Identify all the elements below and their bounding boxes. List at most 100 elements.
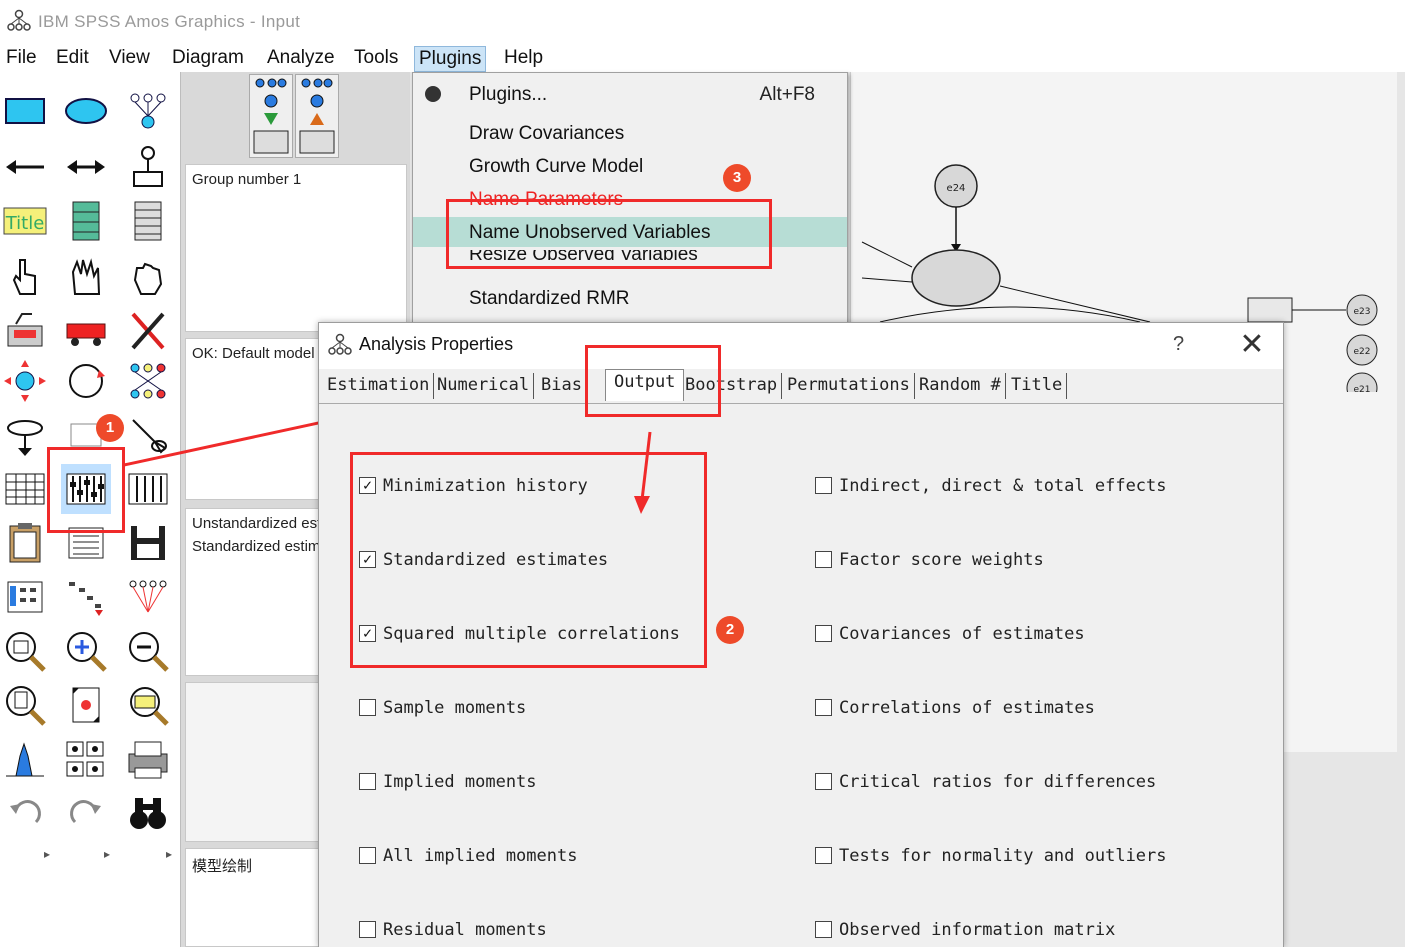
annotation-badge-1: 1 — [96, 414, 124, 442]
draw-unobserved-variable-tool[interactable] — [61, 86, 111, 136]
multiple-group-analysis-icon[interactable] — [61, 734, 111, 784]
tab-bias[interactable]: Bias — [541, 373, 582, 399]
degrees-of-freedom-icon[interactable] — [0, 734, 50, 784]
checkbox-critical-ratios-for-differences[interactable] — [815, 773, 832, 790]
fit-to-page-icon[interactable] — [61, 680, 111, 730]
checkbox-indirect-direct-total-effects[interactable] — [815, 477, 832, 494]
checkbox-residual-moments[interactable] — [359, 921, 376, 938]
reflect-indicators-icon[interactable] — [123, 356, 173, 406]
list-variables-in-model-tool[interactable] — [61, 196, 111, 246]
svg-text:Title: Title — [5, 213, 45, 234]
groups-box: Group number 1 — [185, 164, 407, 332]
undo-icon[interactable] — [0, 788, 50, 838]
amos-app-icon — [7, 9, 31, 31]
tab-numerical[interactable]: Numerical — [437, 373, 535, 399]
view-output-button[interactable] — [295, 74, 339, 158]
window-titlebar: IBM SPSS Amos Graphics - Input — [0, 0, 1405, 44]
group-label[interactable]: Group number 1 — [192, 171, 301, 188]
list-variables-in-dataset-tool[interactable] — [123, 196, 173, 246]
menu-item-draw-covariances[interactable]: Draw Covariances — [413, 118, 847, 148]
select-all-objects-icon[interactable] — [61, 252, 111, 302]
add-unique-variable-tool[interactable] — [123, 142, 173, 192]
object-properties-icon[interactable] — [0, 572, 50, 622]
view-toggle-buttons — [249, 74, 341, 158]
specification-search-icon[interactable] — [123, 788, 173, 838]
plugins-gear-icon — [425, 86, 441, 102]
annotation-box-output-tab — [585, 345, 721, 417]
tab-permutations[interactable]: Permutations — [787, 373, 915, 399]
toolbox-scroll-mid-icon[interactable]: ▸ — [104, 847, 110, 861]
erase-objects-icon[interactable] — [123, 306, 173, 356]
dialog-titlebar: Analysis Properties ? ✕ — [319, 323, 1283, 369]
latent-variable[interactable] — [911, 249, 1001, 307]
checkbox-covariances-of-estimates[interactable] — [815, 625, 832, 642]
node-e24-label: e24 — [947, 183, 966, 194]
print-diagram-icon[interactable] — [123, 734, 173, 784]
help-button[interactable]: ? — [1173, 333, 1184, 356]
menu-tools[interactable]: Tools — [350, 46, 402, 72]
menu-item-plugins[interactable]: Plugins... Alt+F8 — [413, 79, 847, 109]
figure-caption-tool[interactable]: Title — [0, 196, 50, 246]
copy-to-clipboard-icon[interactable] — [0, 518, 50, 568]
menu-edit[interactable]: Edit — [52, 46, 93, 72]
deselect-all-objects-icon[interactable] — [123, 252, 173, 302]
annotation-box-plugin-item — [446, 199, 772, 269]
menu-analyze[interactable]: Analyze — [263, 46, 339, 72]
checkbox-factor-score-weights[interactable] — [815, 551, 832, 568]
magnify-icon[interactable] — [123, 680, 173, 730]
drag-properties-icon[interactable] — [61, 572, 111, 622]
preserve-symmetries-icon[interactable] — [123, 572, 173, 622]
menu-file[interactable]: File — [2, 46, 41, 72]
draw-path-tool[interactable] — [0, 142, 50, 192]
tab-random[interactable]: Random # — [919, 373, 1006, 399]
draw-latent-indicator-tool[interactable] — [123, 86, 173, 136]
calculate-estimates-icon[interactable] — [123, 464, 173, 514]
select-data-files-icon[interactable] — [0, 464, 50, 514]
view-input-button[interactable] — [249, 74, 293, 158]
move-objects-icon[interactable] — [61, 306, 111, 356]
close-button[interactable]: ✕ — [1237, 327, 1267, 363]
toolbox-scroll-left-icon[interactable]: ▸ — [44, 847, 50, 861]
menu-diagram[interactable]: Diagram — [168, 46, 248, 72]
draw-observed-variable-tool[interactable] — [0, 86, 50, 136]
checkbox-tests-for-normality-and-outliers[interactable] — [815, 847, 832, 864]
node-e22-label: e22 — [1354, 347, 1371, 357]
annotation-badge-2: 2 — [716, 616, 744, 644]
zoom-in-icon[interactable] — [61, 626, 111, 676]
checkbox-all-implied-moments[interactable] — [359, 847, 376, 864]
menu-bar: File Edit View Diagram Analyze Tools Plu… — [0, 44, 1405, 72]
observed-variable-box[interactable] — [1247, 297, 1293, 323]
bottom-label: 模型绘制 — [192, 858, 253, 875]
annotation-box-analysis-tool — [47, 447, 125, 533]
rotate-indicators-icon[interactable] — [61, 356, 111, 406]
move-parameter-icon[interactable] — [0, 410, 50, 460]
save-diagram-icon[interactable] — [123, 518, 173, 568]
menu-view[interactable]: View — [105, 46, 154, 72]
checkbox-sample-moments[interactable] — [359, 699, 376, 716]
checkbox-correlations-of-estimates[interactable] — [815, 699, 832, 716]
checkbox-observed-information-matrix[interactable] — [815, 921, 832, 938]
change-shape-icon[interactable] — [0, 356, 50, 406]
select-one-object-icon[interactable] — [0, 252, 50, 302]
zoom-in-area-icon[interactable] — [0, 626, 50, 676]
duplicate-objects-icon[interactable] — [0, 306, 50, 356]
annotation-badge-3: 3 — [723, 164, 751, 192]
menu-plugins[interactable]: Plugins — [414, 46, 487, 72]
touch-up-icon[interactable] — [123, 410, 173, 460]
model-label[interactable]: OK: Default model — [192, 345, 315, 362]
tab-estimation[interactable]: Estimation — [327, 373, 435, 399]
tab-title[interactable]: Title — [1011, 373, 1068, 399]
zoom-out-icon[interactable] — [123, 626, 173, 676]
draw-covariance-tool[interactable] — [61, 142, 111, 192]
menu-item-standardized-rmr[interactable]: Standardized RMR — [413, 283, 847, 313]
menu-help[interactable]: Help — [500, 46, 547, 72]
view-page-icon[interactable] — [0, 680, 50, 730]
menu-item-growth-curve-model[interactable]: Growth Curve Model — [413, 151, 847, 181]
node-e21-label: e21 — [1354, 385, 1371, 392]
checkbox-implied-moments[interactable] — [359, 773, 376, 790]
annotation-box-checked-options — [350, 452, 707, 668]
redo-icon[interactable] — [61, 788, 111, 838]
toolbox-scroll-right-icon[interactable]: ▸ — [166, 847, 172, 861]
window-title: IBM SPSS Amos Graphics - Input — [38, 12, 301, 31]
dialog-title: Analysis Properties — [359, 334, 514, 354]
